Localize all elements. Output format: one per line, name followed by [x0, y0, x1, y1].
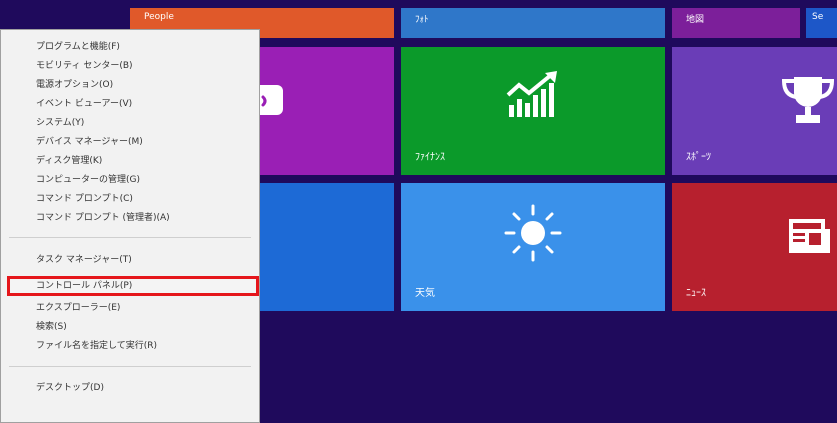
menu-item-programs-features[interactable]: プログラムと機能(F): [36, 39, 120, 55]
photo-tile-label: ﾌｫﾄ: [415, 15, 429, 25]
trophy-icon: [780, 75, 836, 131]
menu-item-power-options[interactable]: 電源オプション(O): [36, 77, 113, 93]
sports-tile-label: ｽﾎﾟｰﾂ: [686, 152, 711, 163]
news-tile[interactable]: ﾆｭｰｽ: [672, 183, 837, 311]
menu-item-device-manager[interactable]: デバイス マネージャー(M): [36, 134, 143, 150]
weather-tile-label: 天気: [415, 288, 435, 299]
map-tile[interactable]: 地図: [672, 8, 800, 38]
people-tile-label: People: [144, 12, 174, 22]
chart-up-icon: [505, 71, 563, 123]
menu-item-command-prompt[interactable]: コマンド プロンプト(C): [36, 191, 133, 207]
menu-item-task-manager[interactable]: タスク マネージャー(T): [36, 252, 132, 268]
menu-item-command-prompt-admin[interactable]: コマンド プロンプト (管理者)(A): [36, 210, 170, 226]
menu-item-system[interactable]: システム(Y): [36, 115, 84, 131]
menu-item-search[interactable]: 検索(S): [36, 319, 67, 335]
menu-item-run[interactable]: ファイル名を指定して実行(R): [36, 338, 157, 354]
menu-item-explorer[interactable]: エクスプローラー(E): [36, 300, 120, 316]
menu-separator: [9, 237, 251, 238]
weather-tile[interactable]: 天気: [401, 183, 665, 311]
menu-item-event-viewer[interactable]: イベント ビューアー(V): [36, 96, 132, 112]
finance-tile-label: ﾌｧｲﾅﾝｽ: [415, 152, 445, 163]
sun-icon: [503, 203, 563, 267]
newspaper-icon: [787, 217, 831, 261]
se-tile-label: Se: [812, 12, 824, 22]
menu-item-computer-management[interactable]: コンピューターの管理(G): [36, 172, 140, 188]
menu-item-desktop[interactable]: デスクトップ(D): [36, 380, 104, 396]
winx-context-menu: プログラムと機能(F) モビリティ センター(B) 電源オプション(O) イベン…: [0, 29, 260, 423]
sports-tile[interactable]: ｽﾎﾟｰﾂ: [672, 47, 837, 175]
menu-item-disk-management[interactable]: ディスク管理(K): [36, 153, 102, 169]
photo-tile[interactable]: ﾌｫﾄ: [401, 8, 665, 38]
menu-separator: [9, 366, 251, 367]
map-tile-label: 地図: [686, 15, 705, 25]
finance-tile[interactable]: ﾌｧｲﾅﾝｽ: [401, 47, 665, 175]
news-tile-label: ﾆｭｰｽ: [686, 288, 706, 299]
se-tile[interactable]: Se: [806, 8, 837, 38]
menu-item-mobility-center[interactable]: モビリティ センター(B): [36, 58, 133, 74]
menu-item-control-panel[interactable]: コントロール パネル(P): [36, 278, 132, 294]
